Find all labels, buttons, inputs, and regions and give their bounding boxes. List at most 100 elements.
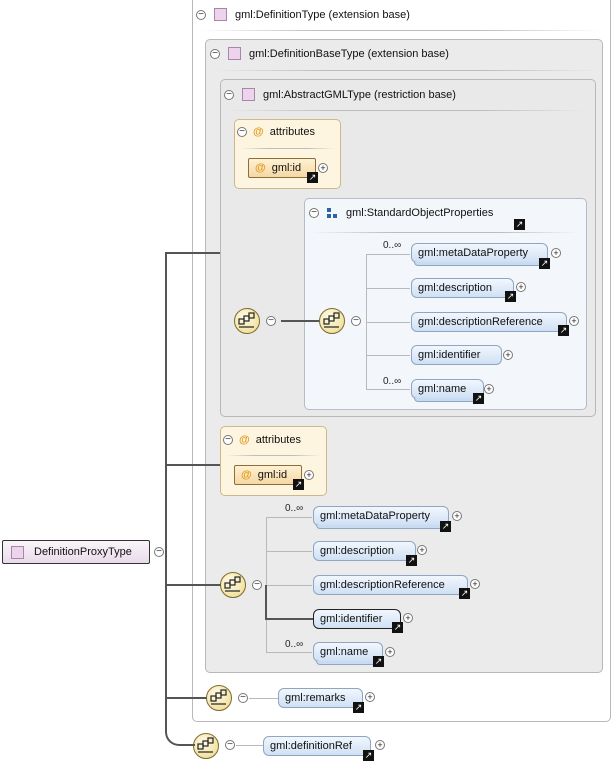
standard-props-sequence-compositor[interactable]: [319, 308, 345, 334]
collapse-icon[interactable]: −: [196, 9, 206, 20]
cardinality-label: 0..∞: [383, 376, 402, 387]
branch-line: [236, 745, 263, 746]
reference-icon[interactable]: ↗: [514, 219, 525, 230]
reference-icon[interactable]: ↗: [307, 172, 318, 183]
branch-line: [366, 322, 410, 323]
expand-icon[interactable]: +: [365, 692, 375, 702]
definition-base-type-label: gml:DefinitionBaseType (extension base): [249, 47, 449, 60]
expand-icon[interactable]: +: [484, 384, 494, 394]
collapse-icon[interactable]: −: [223, 435, 233, 445]
base-attributes-label: attributes: [255, 434, 301, 446]
complex-type-icon: [214, 8, 227, 21]
element-label: gml:definitionRef: [270, 740, 352, 752]
root-complex-type[interactable]: DefinitionProxyType: [2, 540, 150, 564]
collapse-icon[interactable]: −: [225, 740, 235, 750]
expand-icon[interactable]: +: [503, 350, 513, 360]
reference-icon[interactable]: ↗: [539, 258, 550, 269]
expand-icon[interactable]: +: [470, 579, 480, 589]
collapse-icon[interactable]: −: [238, 693, 248, 703]
attribute-icon: @: [253, 126, 264, 138]
separator: [226, 110, 586, 111]
separator: [212, 70, 597, 71]
expand-icon[interactable]: +: [516, 282, 526, 292]
connector: [281, 320, 321, 322]
root-connector: [165, 252, 220, 254]
inner-element-description[interactable]: gml:description: [411, 278, 514, 298]
separator: [312, 232, 577, 233]
expand-icon[interactable]: +: [318, 163, 328, 173]
multiplicity-stack: [414, 262, 547, 266]
standard-object-properties-header: − gml:StandardObjectProperties: [309, 207, 493, 219]
expand-icon[interactable]: +: [452, 511, 462, 521]
branch-line: [366, 389, 410, 390]
required-branch-line: [265, 618, 313, 620]
reference-icon[interactable]: ↗: [363, 750, 374, 761]
expand-icon[interactable]: +: [551, 248, 561, 258]
root-connector: [165, 252, 167, 730]
base-element-descriptionreference[interactable]: gml:descriptionReference: [313, 575, 468, 595]
reference-icon[interactable]: ↗: [440, 521, 451, 532]
remarks-element[interactable]: gml:remarks: [278, 688, 363, 708]
reference-icon[interactable]: ↗: [392, 622, 403, 633]
base-attributes-header: − @ attributes: [223, 434, 301, 446]
inner-element-descriptionreference[interactable]: gml:descriptionReference: [411, 312, 567, 332]
branch-line: [266, 652, 312, 653]
reference-icon[interactable]: ↗: [353, 702, 364, 713]
reference-icon[interactable]: ↗: [459, 588, 470, 599]
element-label: gml:identifier: [418, 349, 481, 361]
definition-ref-sequence-compositor[interactable]: [193, 733, 219, 759]
reference-icon[interactable]: ↗: [373, 656, 384, 667]
collapse-icon[interactable]: −: [210, 48, 220, 59]
base-sequence-compositor[interactable]: [220, 572, 246, 598]
attribute-icon: @: [255, 162, 266, 174]
collapse-icon[interactable]: −: [266, 316, 276, 326]
collapse-icon[interactable]: −: [154, 547, 164, 557]
separator: [200, 30, 600, 31]
inner-element-metadataproperty[interactable]: gml:metaDataProperty: [411, 243, 548, 263]
root-type-label: DefinitionProxyType: [34, 546, 132, 558]
definition-base-type-header: − gml:DefinitionBaseType (extension base…: [210, 47, 449, 60]
group-icon: [327, 207, 338, 219]
collapse-icon[interactable]: −: [237, 127, 247, 137]
expand-icon[interactable]: +: [569, 316, 579, 326]
element-label: gml:description: [320, 545, 394, 557]
reference-icon[interactable]: ↗: [473, 393, 484, 404]
attribute-label: gml:id: [271, 162, 302, 174]
cardinality-label: 0..∞: [383, 240, 402, 251]
reference-icon[interactable]: ↗: [293, 479, 304, 490]
base-element-description[interactable]: gml:description: [313, 541, 416, 561]
branch-line: [366, 288, 410, 289]
root-connector-curve: [165, 724, 195, 746]
remarks-sequence-compositor[interactable]: [206, 685, 232, 711]
element-label: gml:identifier: [320, 613, 383, 625]
complex-type-icon: [11, 545, 24, 559]
expand-icon[interactable]: +: [304, 470, 314, 480]
base-element-identifier[interactable]: gml:identifier: [313, 609, 401, 629]
expand-icon[interactable]: +: [403, 613, 413, 623]
complex-type-icon: [228, 47, 241, 60]
multiplicity-stack: [316, 525, 448, 529]
reference-icon[interactable]: ↗: [406, 555, 417, 566]
collapse-icon[interactable]: −: [309, 208, 319, 218]
branch-line: [249, 698, 278, 699]
standard-object-properties-label: gml:StandardObjectProperties: [346, 207, 494, 219]
branch-line: [366, 355, 410, 356]
inner-element-identifier[interactable]: gml:identifier: [411, 345, 502, 365]
expand-icon[interactable]: +: [417, 545, 427, 555]
collapse-icon[interactable]: −: [252, 580, 262, 590]
element-label: gml:name: [320, 646, 369, 658]
expand-icon[interactable]: +: [375, 740, 385, 750]
root-connector: [165, 464, 220, 466]
reference-icon[interactable]: ↗: [558, 325, 569, 336]
branch-line: [266, 585, 312, 586]
base-gml-id-attribute[interactable]: @ gml:id: [234, 465, 302, 485]
inner-gml-id-attribute[interactable]: @ gml:id: [248, 158, 316, 178]
collapse-icon[interactable]: −: [351, 316, 361, 326]
inner-sequence-compositor[interactable]: [234, 308, 260, 334]
collapse-icon[interactable]: −: [224, 89, 234, 100]
base-element-metadataproperty[interactable]: gml:metaDataProperty: [313, 506, 449, 526]
element-label: gml:name: [418, 383, 467, 395]
definition-ref-element[interactable]: gml:definitionRef: [263, 736, 371, 756]
reference-icon[interactable]: ↗: [505, 291, 516, 302]
expand-icon[interactable]: +: [385, 647, 395, 657]
